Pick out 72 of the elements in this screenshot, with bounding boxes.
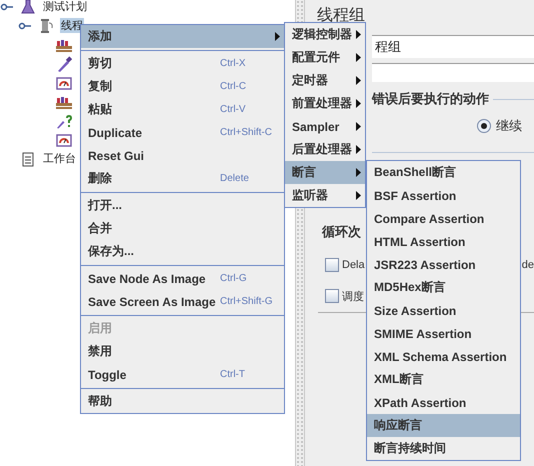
- menu-item[interactable]: 打开...: [81, 194, 284, 217]
- loop-count-label: 循环次: [322, 223, 362, 241]
- shortcut-label: Ctrl-T: [220, 369, 245, 380]
- menu-item[interactable]: XPath Assertion: [367, 391, 520, 414]
- submenu-arrow-icon: [356, 145, 361, 154]
- menu-item[interactable]: 保存为...: [81, 240, 284, 263]
- menu-item[interactable]: 监听器: [285, 184, 365, 207]
- menu-item[interactable]: 删除 Delete: [81, 167, 284, 190]
- shortcut-label: Ctrl-X: [220, 58, 246, 69]
- menu-item[interactable]: 定时器: [285, 69, 365, 92]
- menu-item[interactable]: 禁用: [81, 340, 284, 363]
- menu-item[interactable]: 剪切 Ctrl-X: [81, 52, 284, 75]
- tree-node-label[interactable]: 测试计划: [42, 0, 88, 14]
- menu-item[interactable]: Toggle Ctrl-T: [81, 363, 284, 386]
- radio-label: 继续: [496, 117, 522, 135]
- menu-item[interactable]: XML断言: [367, 368, 520, 391]
- menu-item[interactable]: 复制 Ctrl-C: [81, 75, 284, 98]
- menu-item[interactable]: HTML Assertion: [367, 230, 520, 253]
- menu-item[interactable]: JSR223 Assertion: [367, 253, 520, 276]
- shortcut-label: Ctrl-V: [220, 104, 246, 115]
- checkbox-label: 调度: [342, 290, 364, 304]
- clipboard-icon: [20, 150, 36, 166]
- menu-item[interactable]: Save Screen As Image Ctrl+Shift-G: [81, 290, 284, 313]
- submenu-arrow-icon: [356, 30, 361, 39]
- submenu-arrow-icon: [356, 76, 361, 85]
- shortcut-label: Ctrl-G: [220, 273, 247, 284]
- expand-handle-icon[interactable]: [18, 20, 31, 30]
- menu-item[interactable]: Compare Assertion: [367, 207, 520, 230]
- panel-title: 线程组: [316, 6, 366, 26]
- menu-item[interactable]: MD5Hex断言: [367, 276, 520, 299]
- submenu-arrow-icon: [356, 122, 361, 131]
- menu-item[interactable]: BSF Assertion: [367, 184, 520, 207]
- submenu-arrow-icon: [356, 53, 361, 62]
- shortcut-label: Delete: [220, 173, 249, 184]
- shortcut-label: Ctrl+Shift-C: [220, 127, 272, 138]
- comment-field[interactable]: [372, 63, 534, 82]
- menu-item[interactable]: 响应断言: [367, 414, 520, 437]
- menu-item[interactable]: 前置处理器: [285, 92, 365, 115]
- group-label: 错误后要执行的动作: [372, 90, 489, 108]
- menu-item[interactable]: 添加: [81, 25, 284, 48]
- menu-item[interactable]: 粘贴 Ctrl-V: [81, 98, 284, 121]
- submenu-arrow-icon: [356, 191, 361, 200]
- checkbox[interactable]: [325, 289, 339, 303]
- menu-item[interactable]: 后置处理器: [285, 138, 365, 161]
- checkbox-label: Dela: [342, 259, 365, 271]
- submenu-arrow-icon: [356, 99, 361, 108]
- menu-item[interactable]: Reset Gui: [81, 144, 284, 167]
- menu-item[interactable]: Duplicate Ctrl+Shift-C: [81, 121, 284, 144]
- checkbox-label: de: [522, 259, 534, 271]
- menu-item[interactable]: 断言: [285, 161, 365, 184]
- menu-item[interactable]: Size Assertion: [367, 299, 520, 322]
- menu-item[interactable]: 合并: [81, 217, 284, 240]
- expand-handle-icon[interactable]: [0, 2, 13, 12]
- menu-item[interactable]: Save Node As Image Ctrl-G: [81, 267, 284, 290]
- menu-item[interactable]: 配置元件: [285, 46, 365, 69]
- spool-icon: [38, 18, 54, 34]
- name-field[interactable]: 程组: [372, 35, 534, 58]
- menu-item[interactable]: SMIME Assertion: [367, 322, 520, 345]
- menu-item[interactable]: 逻辑控制器: [285, 23, 365, 46]
- tree-node-label[interactable]: 工作台: [42, 151, 77, 166]
- radio-button[interactable]: [477, 119, 491, 133]
- menu-item[interactable]: XML Schema Assertion: [367, 345, 520, 368]
- shortcut-label: Ctrl-C: [220, 81, 246, 92]
- submenu-arrow-icon: [275, 32, 280, 41]
- menu-item[interactable]: BeanShell断言: [367, 161, 520, 184]
- checkbox[interactable]: [325, 258, 339, 272]
- shortcut-label: Ctrl+Shift-G: [220, 296, 273, 307]
- menu-item[interactable]: 帮助: [81, 390, 284, 413]
- menu-item[interactable]: Sampler: [285, 115, 365, 138]
- menu-item[interactable]: 断言持续时间: [367, 437, 520, 460]
- flask-icon: [20, 0, 36, 14]
- submenu-arrow-icon: [356, 168, 361, 177]
